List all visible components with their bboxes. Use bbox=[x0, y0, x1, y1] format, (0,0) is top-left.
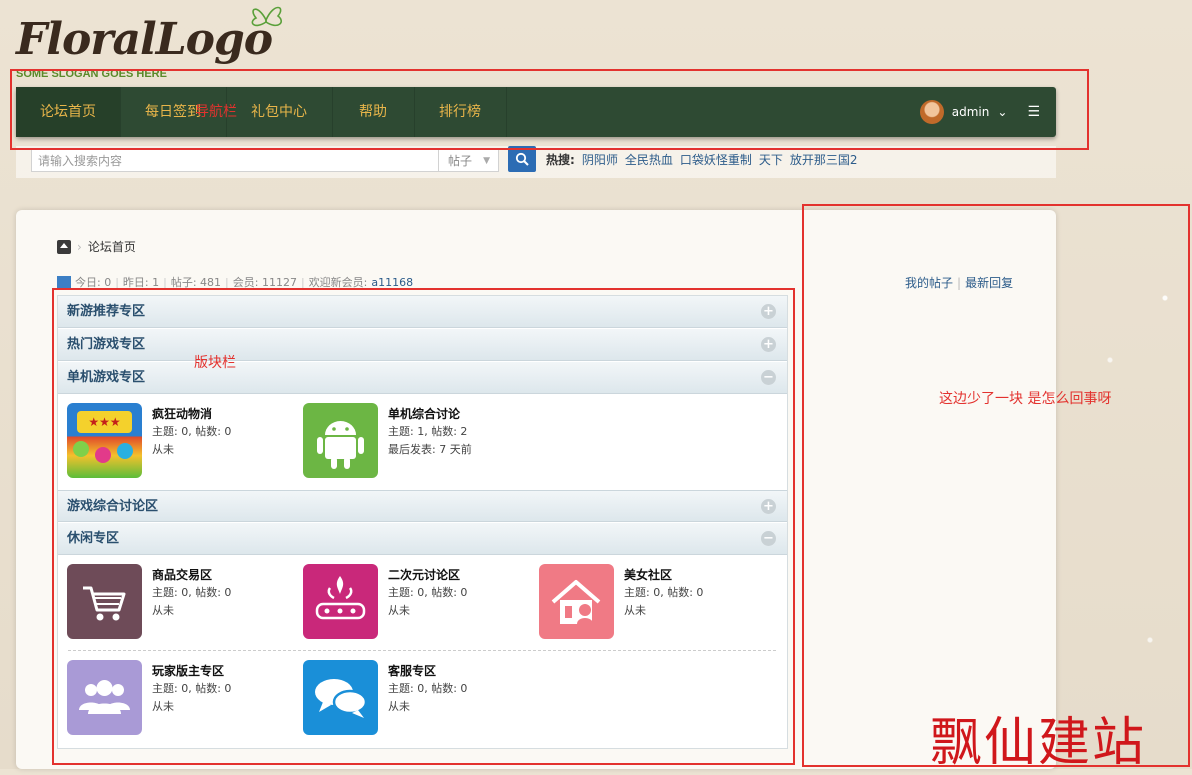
site-logo[interactable]: FloralLogo bbox=[16, 14, 273, 65]
annotation-box-nav bbox=[10, 69, 1089, 150]
annotation-box-sidebar bbox=[802, 204, 1190, 767]
hot-search-label: 热搜: bbox=[546, 153, 575, 167]
search-input[interactable]: 请输入搜索内容 bbox=[31, 148, 439, 172]
search-type-select[interactable]: 帖子 ▼ bbox=[439, 148, 499, 172]
hot-term[interactable]: 放开那三国2 bbox=[790, 151, 858, 168]
stats-icon bbox=[57, 276, 71, 288]
watermark: 飘仙建站 bbox=[930, 713, 1147, 773]
breadcrumb-current[interactable]: 论坛首页 bbox=[88, 238, 136, 255]
hot-term[interactable]: 阴阳师 bbox=[582, 151, 618, 168]
butterfly-icon bbox=[251, 6, 282, 27]
hot-term[interactable]: 口袋妖怪重制 bbox=[680, 151, 752, 168]
new-member-link[interactable]: a11168 bbox=[371, 276, 413, 289]
breadcrumb-separator: › bbox=[77, 239, 82, 254]
hot-term[interactable]: 天下 bbox=[759, 151, 783, 168]
caret-down-icon: ▼ bbox=[483, 156, 490, 166]
home-icon[interactable] bbox=[57, 239, 71, 254]
annotation-box-board bbox=[52, 288, 795, 765]
hot-search: 热搜: 阴阳师 全民热血 口袋妖怪重制 天下 放开那三国2 bbox=[546, 151, 858, 168]
hot-term[interactable]: 全民热血 bbox=[625, 151, 673, 168]
search-icon bbox=[515, 152, 529, 166]
search-type-label: 帖子 bbox=[448, 154, 473, 168]
breadcrumb: › 论坛首页 bbox=[57, 238, 136, 255]
